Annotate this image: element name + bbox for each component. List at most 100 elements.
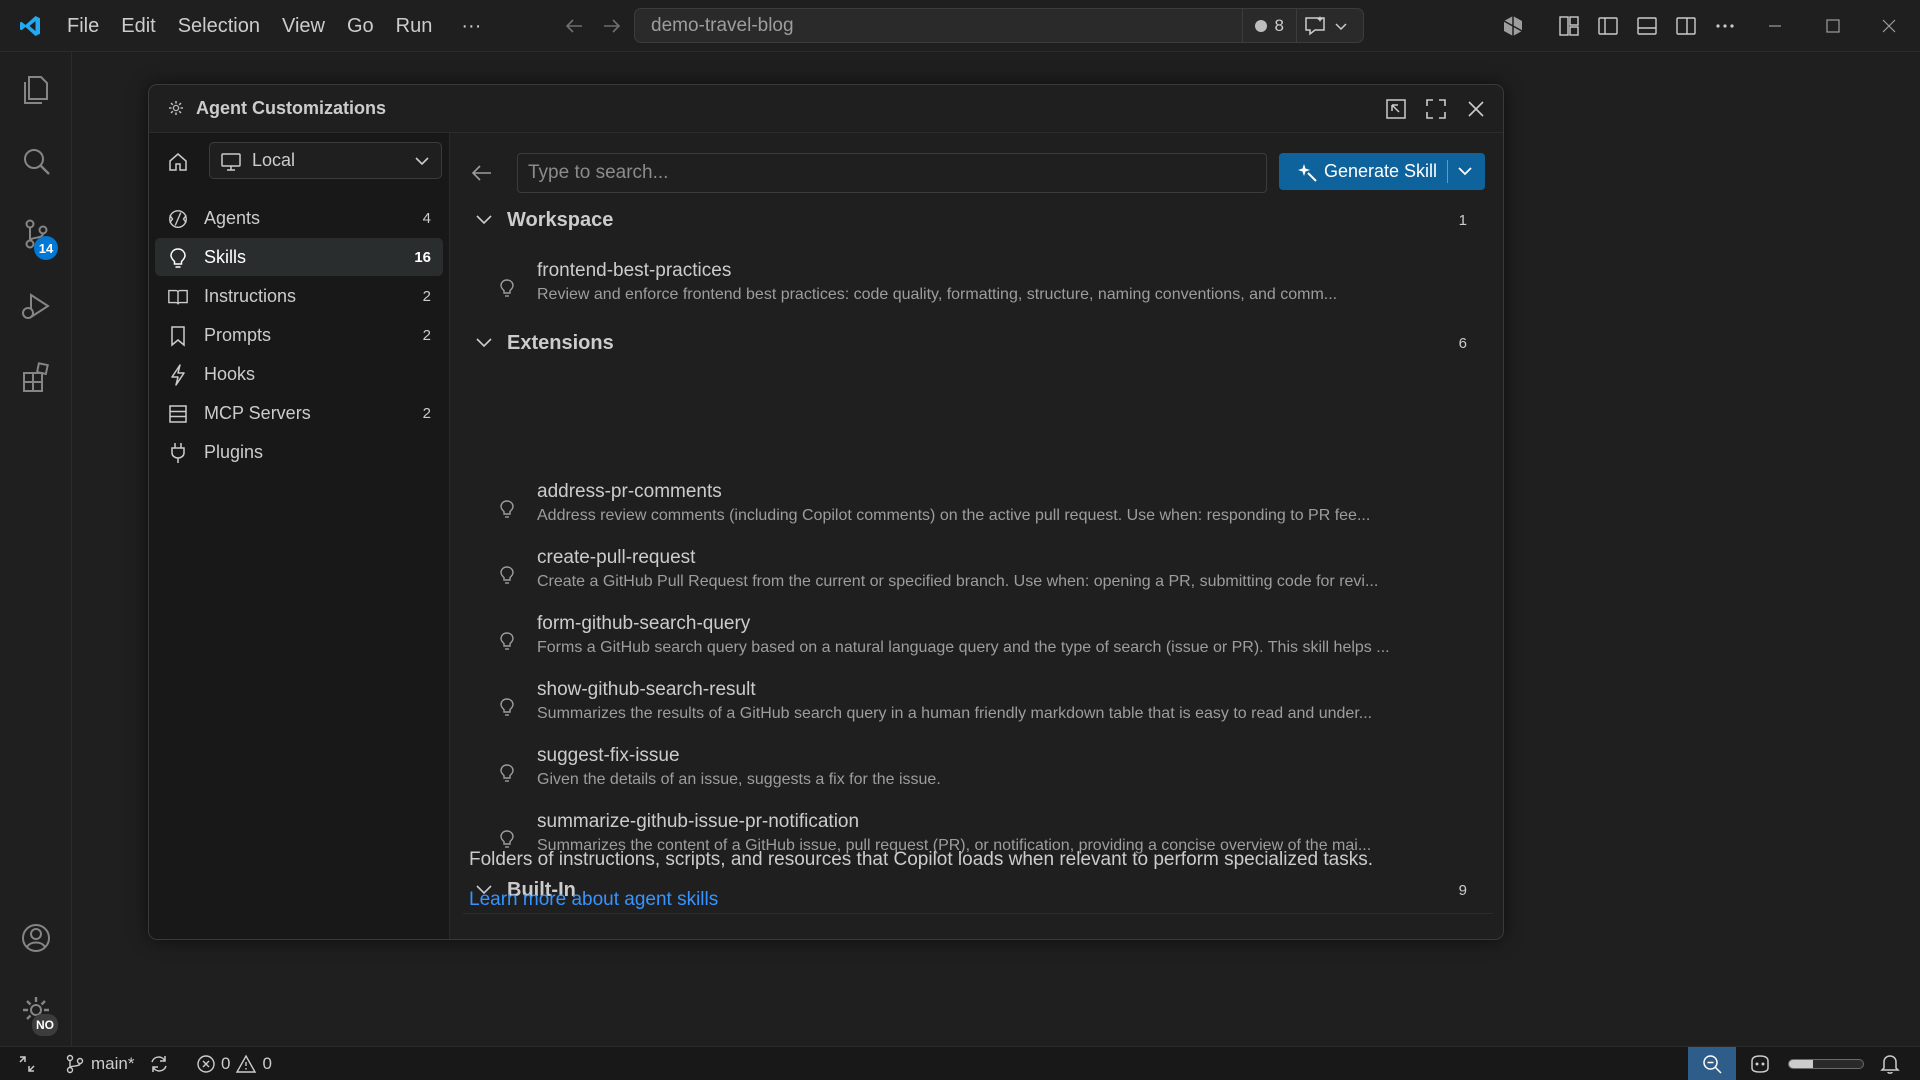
zoom-slider-fill [1789, 1060, 1814, 1068]
group-count: 1 [1458, 212, 1467, 229]
group-header-workspace[interactable]: Workspace 1 [451, 203, 1503, 239]
source-control-badge: 14 [34, 236, 58, 260]
warning-count: 0 [262, 1053, 272, 1073]
back-arrow-icon[interactable] [556, 0, 592, 52]
learn-more-link[interactable]: Learn more about agent skills [469, 889, 718, 911]
menu-selection[interactable]: Selection [167, 9, 271, 43]
toggle-primary-sidebar-icon[interactable] [1589, 0, 1627, 52]
toggle-secondary-sidebar-icon[interactable] [1667, 0, 1705, 52]
skill-item-form-github-search-query[interactable]: form-github-search-query Forms a GitHub … [451, 613, 1503, 667]
nav-item-plugins[interactable]: Plugins [155, 433, 443, 471]
search-icon[interactable] [0, 130, 72, 194]
sync-icon[interactable] [148, 1047, 170, 1080]
agent-count: 8 [1274, 15, 1284, 35]
menu-more[interactable]: ··· [443, 9, 492, 43]
forward-arrow-icon[interactable] [594, 0, 630, 52]
nav-item-skills[interactable]: Skills 16 [155, 238, 443, 276]
skill-item-suggest-fix-issue[interactable]: suggest-fix-issue Given the details of a… [451, 745, 1503, 799]
activity-bar: 14 NO [0, 52, 72, 1046]
skill-item-create-pull-request[interactable]: create-pull-request Create a GitHub Pull… [451, 547, 1503, 601]
customize-layout-icon[interactable] [1550, 0, 1588, 52]
bookmark-icon [167, 325, 189, 347]
close-icon[interactable] [1460, 93, 1492, 125]
footer-divider [463, 913, 1493, 914]
nav-count: 2 [422, 287, 431, 305]
agent-status[interactable]: 8 [1243, 9, 1296, 42]
copilot-icon[interactable] [1494, 0, 1532, 52]
error-count: 0 [221, 1053, 231, 1073]
dialog-header: Agent Customizations [149, 85, 1503, 133]
home-icon[interactable] [163, 147, 193, 177]
skill-item-frontend-best-practices[interactable]: frontend-best-practices Review and enfor… [451, 260, 1503, 314]
command-center-text[interactable]: demo-travel-blog [635, 15, 1242, 37]
chat-button[interactable] [1297, 9, 1363, 42]
scope-dropdown[interactable]: Local [209, 142, 442, 179]
skill-description: Create a GitHub Pull Request from the cu… [537, 573, 1379, 590]
notifications-bell-icon[interactable] [1880, 1047, 1900, 1080]
lightbulb-icon [499, 565, 515, 585]
chat-icon [1305, 15, 1325, 36]
copilot-status-icon[interactable] [1748, 1047, 1772, 1080]
nav-item-instructions[interactable]: Instructions 2 [155, 277, 443, 315]
nav-count: 16 [414, 248, 431, 266]
lightbulb-icon [499, 763, 515, 783]
skill-name: summarize-github-issue-pr-notification [537, 811, 860, 832]
menu-run[interactable]: Run [385, 9, 444, 43]
plug-icon [167, 442, 189, 464]
skill-item-summarize-github-issue-pr-notification[interactable]: summarize-github-issue-pr-notification S… [451, 811, 1503, 865]
chevron-down-icon[interactable] [1333, 18, 1349, 34]
command-center[interactable]: demo-travel-blog 8 [634, 8, 1364, 43]
branch-status[interactable]: main* [64, 1047, 134, 1080]
skill-item-address-pr-comments[interactable]: address-pr-comments Address review comme… [451, 481, 1503, 535]
chevron-down-icon[interactable] [1456, 163, 1474, 179]
dialog-title: Agent Customizations [196, 98, 387, 118]
explorer-icon[interactable] [0, 58, 72, 122]
bolt-icon [167, 364, 189, 386]
menu-edit[interactable]: Edit [110, 9, 166, 43]
back-arrow-icon[interactable] [471, 164, 493, 182]
nav-item-prompts[interactable]: Prompts 2 [155, 316, 443, 354]
group-header-extensions[interactable]: Extensions 6 [451, 326, 1503, 362]
chevron-down-icon [475, 213, 493, 227]
nav-label: Agents [204, 207, 261, 228]
error-icon [197, 1054, 215, 1073]
search-input[interactable] [517, 153, 1267, 193]
book-icon [167, 286, 189, 308]
run-debug-icon[interactable] [0, 274, 72, 338]
open-in-editor-icon[interactable] [1380, 93, 1412, 125]
extensions-icon[interactable] [0, 346, 72, 410]
problems-status[interactable]: 0 0 [196, 1047, 272, 1080]
menu-file[interactable]: File [56, 9, 110, 43]
lightbulb-icon [499, 631, 515, 651]
more-actions-icon[interactable] [1706, 0, 1744, 52]
nav-item-hooks[interactable]: Hooks [155, 355, 443, 393]
nav-label: Skills [204, 246, 247, 267]
group-title: Workspace [507, 209, 614, 231]
warning-icon [236, 1054, 257, 1073]
nav-item-agents[interactable]: Agents 4 [155, 199, 443, 237]
menu-view[interactable]: View [271, 9, 336, 43]
skill-description: Forms a GitHub search query based on a n… [537, 639, 1390, 656]
nav-item-mcp-servers[interactable]: MCP Servers 2 [155, 394, 443, 432]
accounts-icon[interactable] [0, 906, 72, 970]
toggle-panel-icon[interactable] [1628, 0, 1666, 52]
chevron-down-icon [475, 336, 493, 350]
menu-go[interactable]: Go [336, 9, 385, 43]
maximize-icon[interactable] [1814, 0, 1852, 52]
skill-name: create-pull-request [537, 547, 696, 568]
nav-count: 2 [422, 326, 431, 344]
remote-icon[interactable] [16, 1047, 38, 1080]
customizations-sidebar: Local Agents 4 Skills 16 Instructions 2 [149, 133, 450, 939]
status-dot-icon [1254, 19, 1267, 32]
manage-gear-icon[interactable]: NO [0, 978, 72, 1042]
close-window-icon[interactable] [1870, 0, 1908, 52]
zoom-slider[interactable] [1788, 1059, 1864, 1069]
skill-description: Review and enforce frontend best practic… [537, 286, 1338, 303]
minimize-icon[interactable] [1756, 0, 1794, 52]
generate-skill-label: Generate Skill [1324, 161, 1438, 181]
skill-item-show-github-search-result[interactable]: show-github-search-result Summarizes the… [451, 679, 1503, 733]
source-control-icon[interactable]: 14 [0, 202, 72, 266]
generate-skill-button[interactable]: Generate Skill [1279, 153, 1485, 190]
zoom-out-icon[interactable] [1688, 1047, 1736, 1080]
fullscreen-icon[interactable] [1420, 93, 1452, 125]
